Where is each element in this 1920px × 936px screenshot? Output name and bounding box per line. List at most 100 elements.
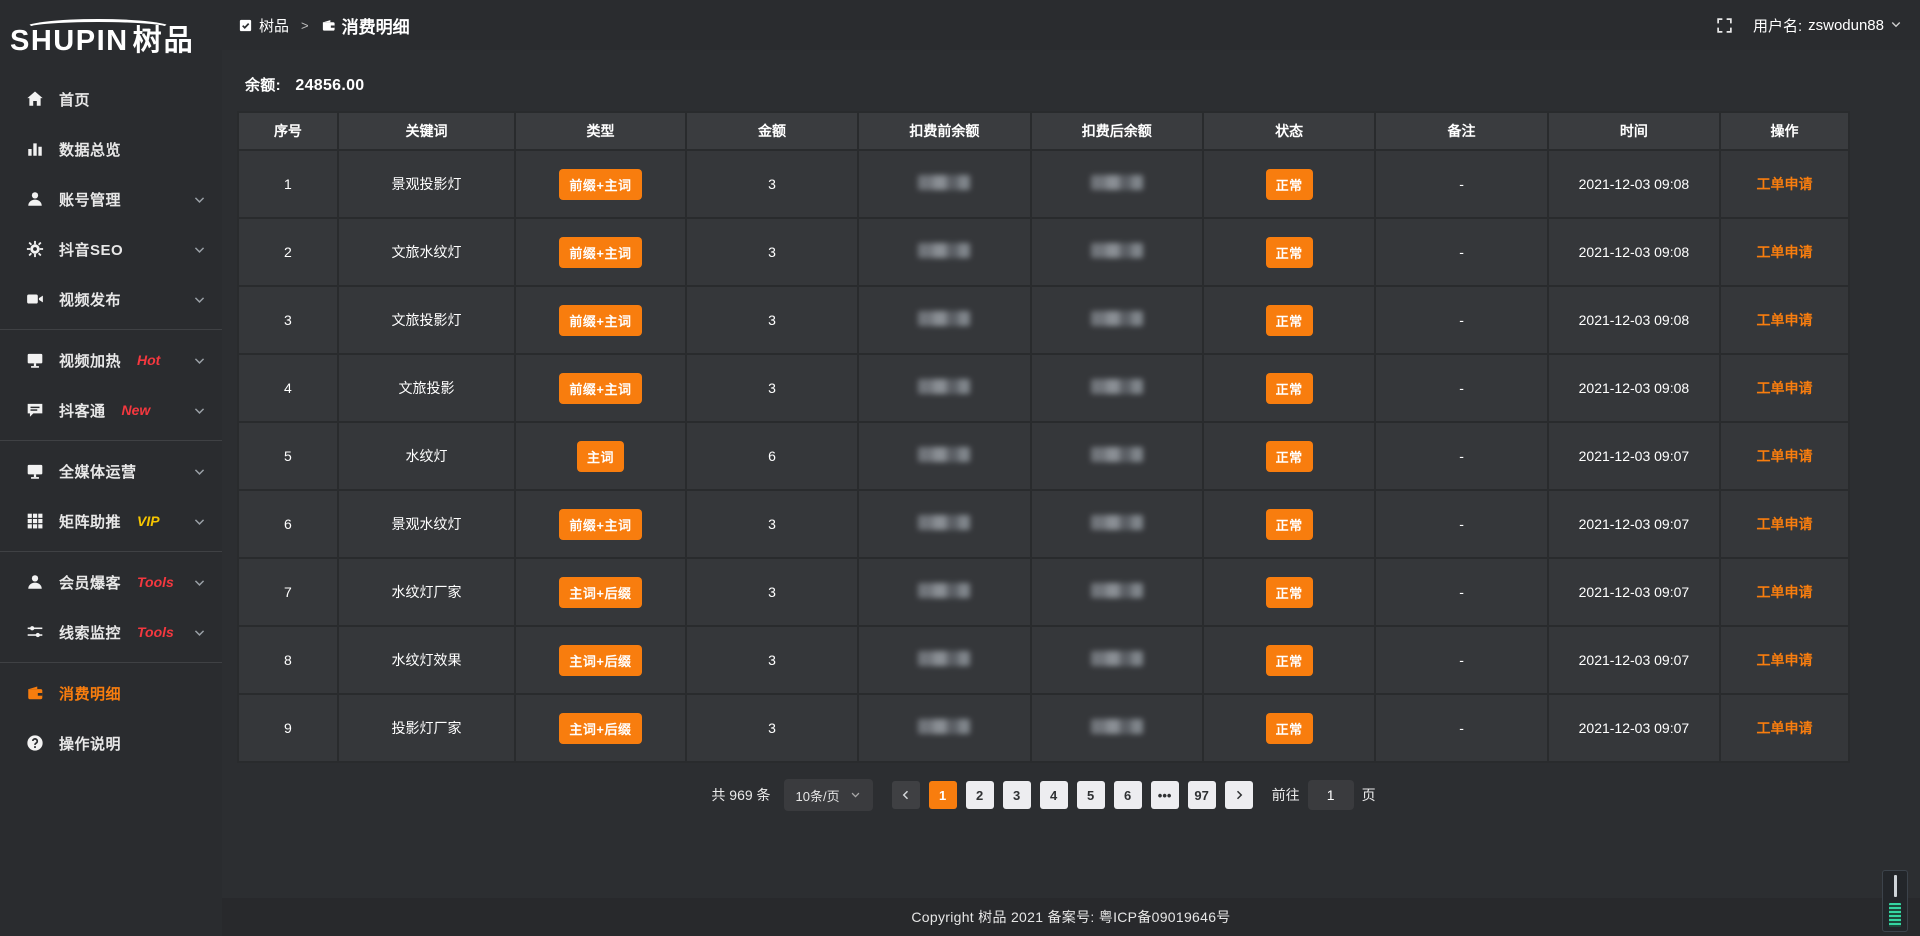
table-row: 3 文旅投影灯 前缀+主词 3 正常 - 2021-12-03 09:08 工单…: [238, 286, 1849, 354]
cell-keyword: 景观投影灯: [338, 150, 515, 218]
cell-balance-after: [1031, 626, 1203, 694]
fullscreen-icon[interactable]: [1716, 17, 1733, 34]
work-order-link[interactable]: 工单申请: [1757, 244, 1813, 260]
sidebar-item-13[interactable]: 线索监控 Tools: [0, 607, 222, 657]
sidebar-item-4[interactable]: 视频发布: [0, 274, 222, 324]
cell-status: 正常: [1203, 286, 1375, 354]
sidebar-divider: [0, 440, 222, 441]
page-size-select[interactable]: 10条/页: [784, 779, 873, 811]
page-button-5[interactable]: 5: [1077, 781, 1105, 809]
sidebar-nav: 首页 数据总览 账号管理 抖音SEO 视频发布 视频加热 H: [0, 60, 222, 768]
status-badge: 正常: [1266, 509, 1313, 540]
sidebar-item-badge: New: [122, 402, 151, 418]
masked-balance-before: [918, 175, 970, 190]
sidebar-item-label: 视频加热: [59, 350, 121, 371]
sidebar-item-7[interactable]: 抖客通 New: [0, 385, 222, 435]
next-page-button[interactable]: [1225, 781, 1253, 809]
work-order-link[interactable]: 工单申请: [1757, 176, 1813, 192]
table-row: 2 文旅水纹灯 前缀+主词 3 正常 - 2021-12-03 09:08 工单…: [238, 218, 1849, 286]
sidebar-item-9[interactable]: 全媒体运营: [0, 446, 222, 496]
sidebar-divider: [0, 329, 222, 330]
sidebar-item-3[interactable]: 抖音SEO: [0, 224, 222, 274]
work-order-link[interactable]: 工单申请: [1757, 720, 1813, 736]
cell-balance-before: [858, 490, 1030, 558]
page-button-4[interactable]: 4: [1040, 781, 1068, 809]
chevron-down-icon: [1890, 17, 1902, 34]
jump-prefix: 前往: [1272, 785, 1300, 805]
cell-status: 正常: [1203, 490, 1375, 558]
balance: 余额: 24856.00: [245, 74, 1850, 95]
page-button-2[interactable]: 2: [966, 781, 994, 809]
cell-status: 正常: [1203, 354, 1375, 422]
cell-time: 2021-12-03 09:07: [1548, 422, 1720, 490]
sidebar-item-10[interactable]: 矩阵助推 VIP: [0, 496, 222, 546]
sidebar-item-1[interactable]: 数据总览: [0, 124, 222, 174]
sidebar-item-label: 首页: [59, 89, 90, 110]
page-button-6[interactable]: 6: [1114, 781, 1142, 809]
cell-balance-before: [858, 422, 1030, 490]
work-order-link[interactable]: 工单申请: [1757, 380, 1813, 396]
cell-remark: -: [1375, 286, 1547, 354]
chevron-down-icon: [193, 515, 206, 528]
sidebar-item-label: 矩阵助推: [59, 511, 121, 532]
sidebar-item-0[interactable]: 首页: [0, 74, 222, 124]
work-order-link[interactable]: 工单申请: [1757, 652, 1813, 668]
work-order-link[interactable]: 工单申请: [1757, 448, 1813, 464]
cell-balance-before: [858, 558, 1030, 626]
chat-icon: [26, 401, 44, 419]
topbar: 树品 > 消费明细 用户名: zswodun88: [222, 0, 1920, 50]
masked-balance-before: [918, 719, 970, 734]
work-order-link[interactable]: 工单申请: [1757, 584, 1813, 600]
sidebar-item-2[interactable]: 账号管理: [0, 174, 222, 224]
work-order-link[interactable]: 工单申请: [1757, 312, 1813, 328]
type-badge: 前缀+主词: [559, 169, 641, 200]
sidebar-item-12[interactable]: 会员爆客 Tools: [0, 557, 222, 607]
user-menu[interactable]: 用户名: zswodun88: [1753, 15, 1902, 36]
sidebar-item-label: 抖音SEO: [59, 239, 123, 260]
cell-amount: 3: [686, 694, 858, 762]
page-title: 消费明细: [342, 13, 410, 38]
cell-amount: 3: [686, 490, 858, 558]
masked-balance-after: [1091, 379, 1143, 394]
work-order-link[interactable]: 工单申请: [1757, 516, 1813, 532]
cell-action: 工单申请: [1720, 422, 1849, 490]
cell-remark: -: [1375, 354, 1547, 422]
sidebar-item-16[interactable]: 操作说明: [0, 718, 222, 768]
masked-balance-after: [1091, 175, 1143, 190]
masked-balance-before: [918, 583, 970, 598]
table-row: 1 景观投影灯 前缀+主词 3 正常 - 2021-12-03 09:08 工单…: [238, 150, 1849, 218]
page-button-1[interactable]: 1: [929, 781, 957, 809]
gear-icon: [26, 240, 44, 258]
cell-balance-after: [1031, 558, 1203, 626]
breadcrumb-item-home[interactable]: 树品: [238, 15, 289, 36]
cell-amount: 3: [686, 354, 858, 422]
pagination-ellipsis[interactable]: •••: [1151, 781, 1179, 809]
chevron-down-icon: [193, 404, 206, 417]
cell-balance-after: [1031, 490, 1203, 558]
chevron-down-icon: [193, 243, 206, 256]
jump-page-input[interactable]: [1308, 780, 1354, 810]
column-header: 操作: [1720, 112, 1849, 150]
copyright-text: Copyright 树品 2021 备案号: 粤ICP备09019646号: [911, 907, 1230, 927]
cell-remark: -: [1375, 626, 1547, 694]
page-button-97[interactable]: 97: [1188, 781, 1216, 809]
prev-page-button[interactable]: [892, 781, 920, 809]
cell-action: 工单申请: [1720, 218, 1849, 286]
column-header: 关键词: [338, 112, 515, 150]
column-header: 金额: [686, 112, 858, 150]
chevron-down-icon: [193, 193, 206, 206]
cell-type: 前缀+主词: [515, 490, 686, 558]
balance-value: 24856.00: [295, 77, 364, 94]
cell-time: 2021-12-03 09:07: [1548, 626, 1720, 694]
cell-type: 主词+后缀: [515, 694, 686, 762]
cell-type: 前缀+主词: [515, 150, 686, 218]
sidebar-item-6[interactable]: 视频加热 Hot: [0, 335, 222, 385]
breadcrumb-item-current: 消费明细: [321, 13, 410, 38]
sidebar-item-15[interactable]: 消费明细: [0, 668, 222, 718]
cell-time: 2021-12-03 09:07: [1548, 490, 1720, 558]
page-button-3[interactable]: 3: [1003, 781, 1031, 809]
cell-type: 前缀+主词: [515, 286, 686, 354]
cell-time: 2021-12-03 09:07: [1548, 694, 1720, 762]
type-badge: 主词+后缀: [559, 645, 641, 676]
mini-monitor-bars: [1889, 903, 1901, 927]
